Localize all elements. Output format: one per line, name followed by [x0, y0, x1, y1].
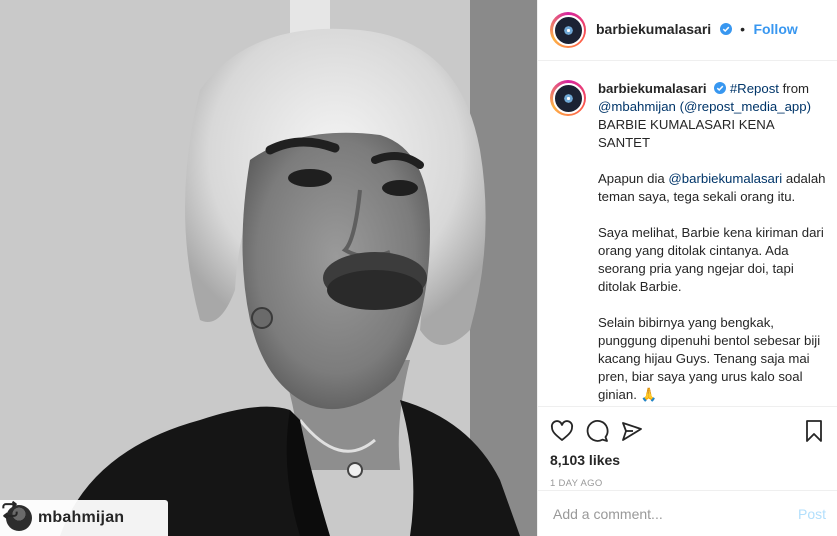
caption-paragraph-3: Selain bibirnya yang bengkak, punggung d…: [598, 315, 821, 402]
follow-button[interactable]: Follow: [753, 21, 797, 37]
post-details-panel: barbiekumalasari • Follow barbiekumalasa…: [537, 0, 837, 536]
comment-box: Post: [538, 490, 837, 536]
repost-username[interactable]: mbahmijan: [38, 509, 124, 527]
mention-repost-app[interactable]: (@repost_media_app): [680, 99, 811, 114]
mention-barbiekumalasari[interactable]: @barbiekumalasari: [668, 171, 782, 186]
mention-mbahmijan[interactable]: @mbahmijan: [598, 99, 676, 114]
likes-count[interactable]: 8,103 likes: [550, 452, 826, 468]
caption-text: barbiekumalasari #Repost from @mbahmijan…: [598, 80, 826, 406]
caption-p1-prefix: Apapun dia: [598, 171, 669, 186]
post-actions: 8,103 likes 1 DAY AGO: [538, 406, 837, 489]
comment-input[interactable]: [553, 505, 798, 522]
post-header: barbiekumalasari • Follow: [538, 0, 837, 61]
caption-username[interactable]: barbiekumalasari: [598, 81, 707, 96]
post-photo[interactable]: mbahmijan: [0, 0, 537, 536]
author-username[interactable]: barbiekumalasari: [596, 21, 711, 37]
repost-attribution[interactable]: mbahmijan: [0, 500, 168, 536]
caption-area: barbiekumalasari #Repost from @mbahmijan…: [538, 61, 837, 406]
header-separator: •: [740, 21, 745, 37]
caption-paragraph-2: Saya melihat, Barbie kena kiriman dari o…: [598, 225, 824, 294]
author-avatar[interactable]: [550, 12, 586, 48]
share-icon[interactable]: [620, 419, 644, 443]
portrait-illustration: [0, 0, 537, 536]
post-date[interactable]: 1 DAY AGO: [550, 478, 826, 489]
caption-from: from: [778, 81, 810, 96]
caption-author-avatar[interactable]: [550, 80, 586, 116]
caption-headline: BARBIE KUMALASARI KENA SANTET: [598, 117, 774, 150]
heart-icon[interactable]: [550, 419, 574, 443]
bookmark-icon[interactable]: [802, 419, 826, 443]
post-comment-button[interactable]: Post: [798, 506, 826, 522]
verified-badge-icon: [719, 23, 732, 35]
verified-badge-icon: [714, 82, 727, 94]
repost-icon: [2, 500, 18, 520]
comment-bubble-icon[interactable]: [585, 419, 609, 443]
repost-hashtag[interactable]: #Repost: [730, 81, 779, 96]
